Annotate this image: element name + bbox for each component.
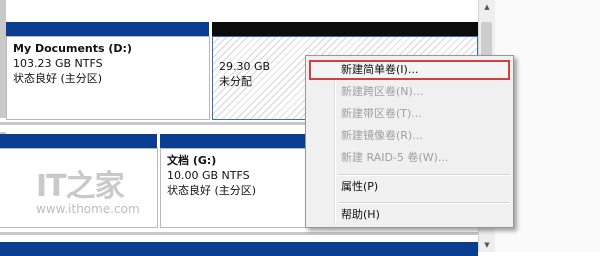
- menu-item-new-raid5-volume[interactable]: 新建 RAID-5 卷(W)...: [309, 148, 510, 168]
- context-menu: 新建简单卷(I)... 新建跨区卷(N)... 新建带区卷(T)... 新建镜像…: [305, 55, 514, 228]
- partition-header-left: [0, 134, 157, 148]
- watermark-logo: IT之家: [36, 169, 125, 204]
- watermark-url: www.ithome.com: [36, 202, 140, 216]
- menu-item-new-striped-volume[interactable]: 新建带区卷(T)...: [309, 104, 510, 124]
- partition-d[interactable]: My Documents (D:) 103.23 GB NTFS 状态良好 (主…: [6, 36, 210, 120]
- partition-size: 103.23 GB NTFS: [13, 57, 103, 70]
- menu-item-new-mirrored-volume[interactable]: 新建镜像卷(R)...: [309, 126, 510, 146]
- partition-header-unallocated: [212, 22, 478, 36]
- partition-status: 状态良好 (主分区): [13, 72, 103, 85]
- menu-item-properties[interactable]: 属性(P): [309, 177, 510, 197]
- menu-separator: [338, 202, 510, 204]
- menu-item-new-simple-volume[interactable]: 新建简单卷(I)...: [309, 60, 510, 80]
- partition-name: My Documents (D:): [13, 42, 132, 55]
- partition-header-d: [6, 22, 209, 36]
- partition-header-bottom: [0, 242, 478, 256]
- scroll-up-icon[interactable]: ▲: [479, 0, 495, 14]
- disk-divider: [0, 232, 492, 235]
- menu-item-new-spanned-volume[interactable]: 新建跨区卷(N)...: [309, 82, 510, 102]
- scroll-down-icon[interactable]: ▼: [479, 238, 495, 252]
- watermark: IT之家 www.ithome.com: [36, 169, 140, 217]
- menu-item-help[interactable]: 帮助(H): [309, 205, 510, 225]
- menu-separator: [338, 174, 510, 176]
